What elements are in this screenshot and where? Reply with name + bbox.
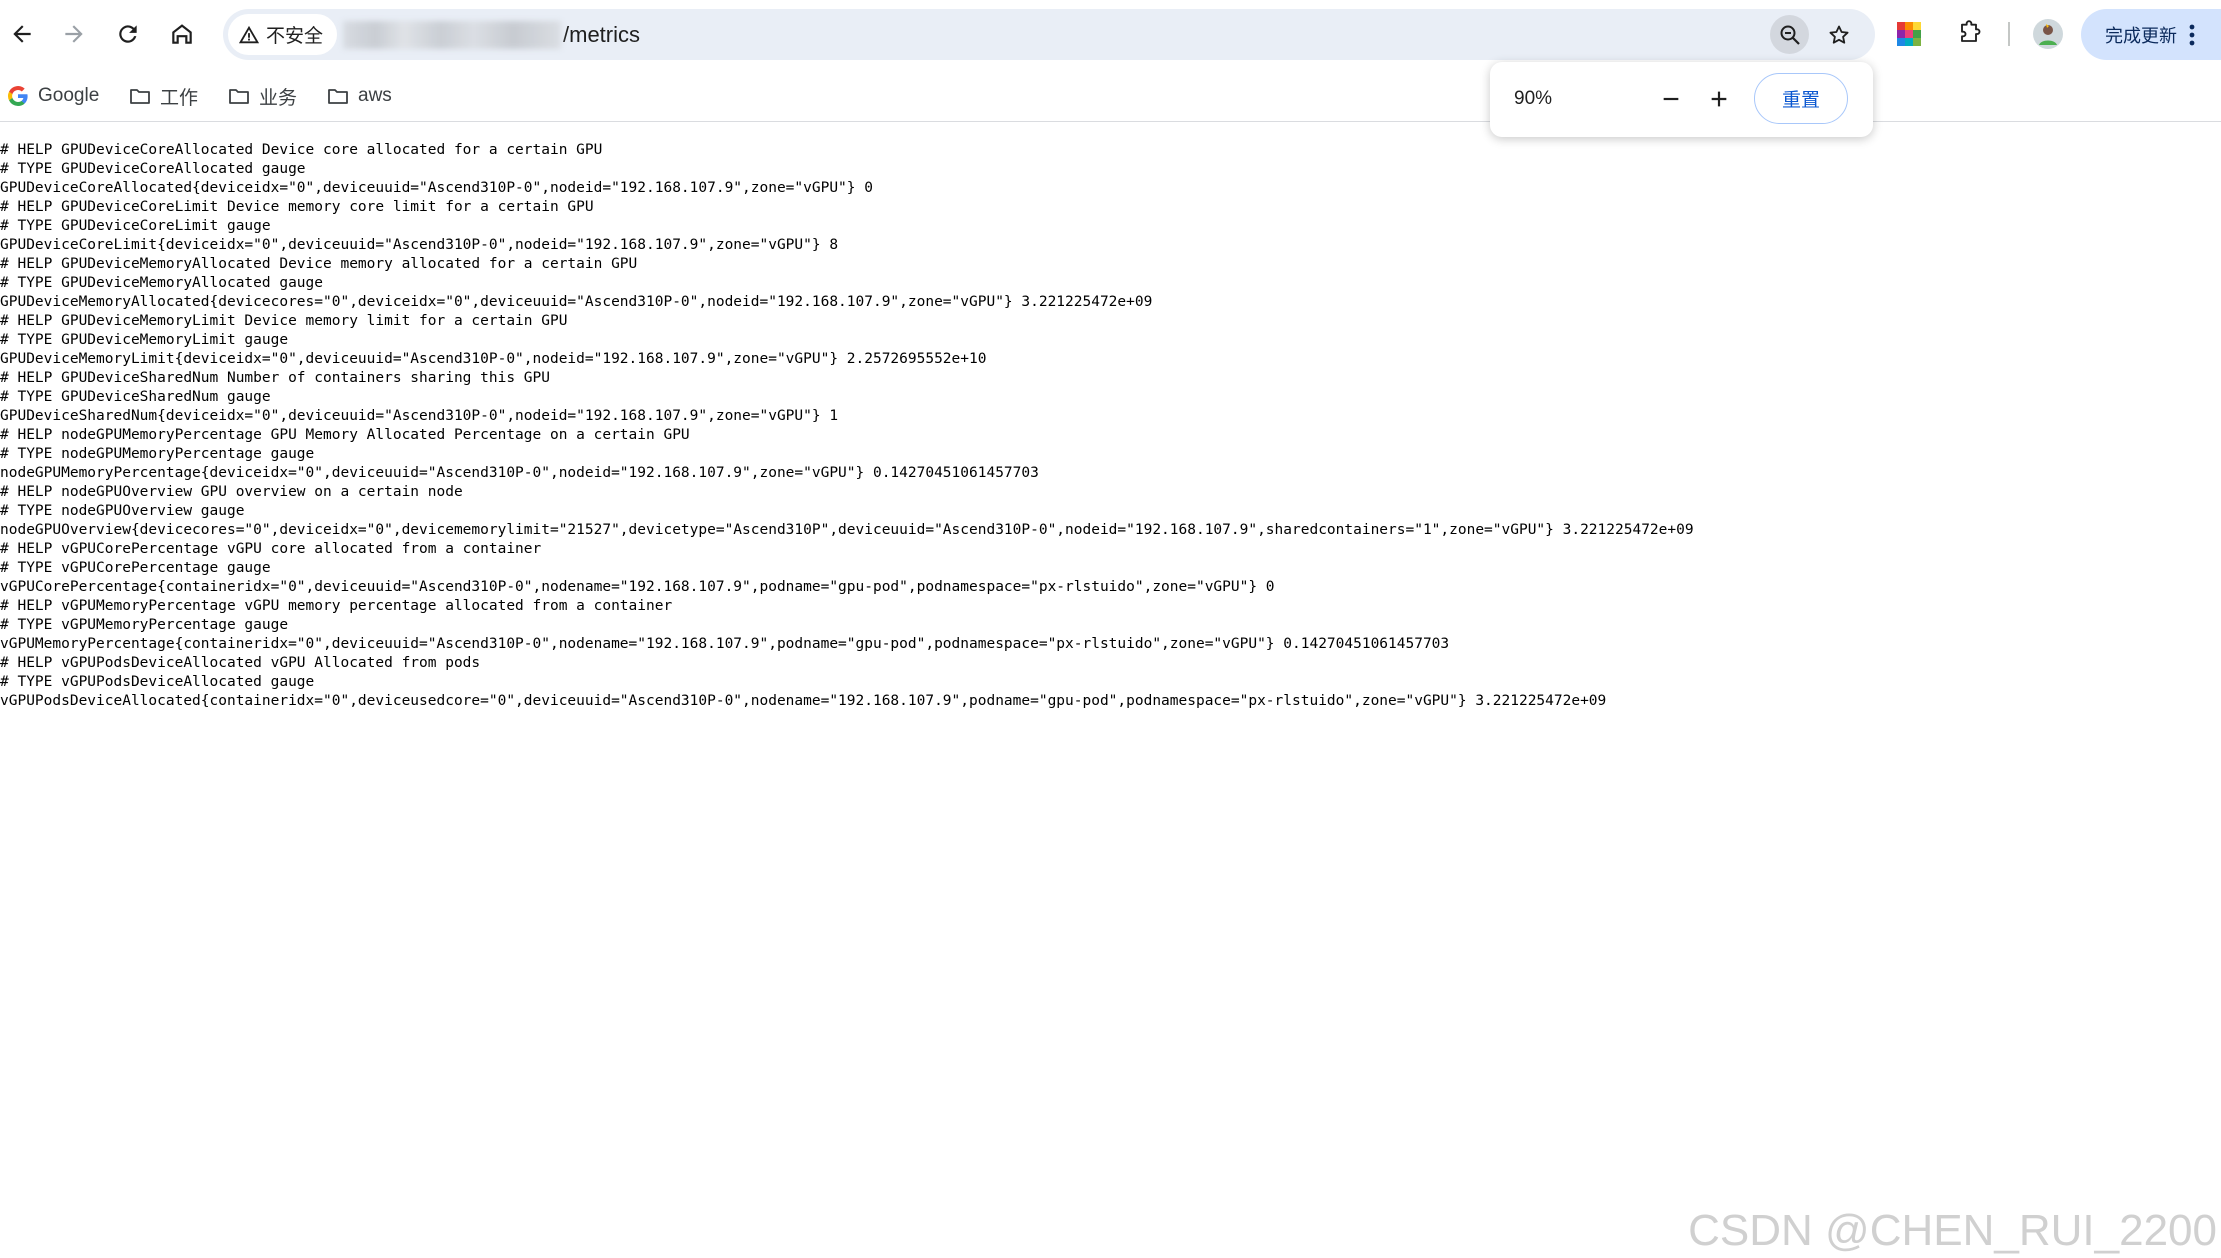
bookmarks-bar: Google 工作 业务 aws (0, 69, 2221, 122)
metrics-line: # TYPE vGPUPodsDeviceAllocated gauge (0, 674, 315, 690)
metrics-line: nodeGPUMemoryPercentage{deviceidx="0",de… (0, 465, 1039, 481)
zoom-level: 90% (1514, 88, 1553, 109)
bookmark-folder-aws[interactable]: aws (326, 81, 392, 111)
metrics-line: # TYPE GPUDeviceMemoryAllocated gauge (0, 275, 324, 291)
zoom-in-button[interactable] (1701, 81, 1737, 117)
bookmark-google[interactable]: Google (6, 81, 99, 111)
watermark: CSDN @CHEN_RUI_2200 (1688, 1206, 2217, 1255)
metrics-line: # TYPE vGPUCorePercentage gauge (0, 560, 271, 576)
metrics-line: # HELP nodeGPUMemoryPercentage GPU Memor… (0, 427, 690, 443)
google-g-icon (8, 86, 28, 106)
extensions-button[interactable] (1955, 14, 1983, 54)
puzzle-piece-icon (1961, 20, 1981, 42)
more-vert-icon (2189, 24, 2195, 45)
zoom-out-button[interactable] (1653, 81, 1689, 117)
metrics-line: # HELP vGPUMemoryPercentage vGPU memory … (0, 598, 673, 614)
metrics-line: GPUDeviceMemoryLimit{deviceidx="0",devic… (0, 351, 987, 367)
folder-icon (328, 89, 348, 104)
bookmark-label: Google (38, 85, 100, 106)
bookmark-folder-work[interactable]: 工作 (128, 81, 198, 111)
metrics-line: # HELP GPUDeviceCoreAllocated Device cor… (0, 142, 603, 158)
address-bar[interactable]: 不安全 /metrics (223, 9, 1875, 60)
finish-update-button[interactable]: 完成更新 (2081, 9, 2221, 60)
bookmark-star-button[interactable] (1819, 15, 1858, 54)
reload-icon (119, 25, 137, 43)
extension-app-button[interactable] (1896, 14, 1922, 54)
toolbar-divider (2008, 22, 2010, 46)
metrics-line: GPUDeviceMemoryAllocated{devicecores="0"… (0, 294, 1153, 310)
metrics-line: vGPUMemoryPercentage{containeridx="0",de… (0, 636, 1450, 652)
metrics-line: # TYPE nodeGPUOverview gauge (0, 503, 245, 519)
redacted-host (343, 21, 561, 49)
forward-button[interactable] (54, 14, 94, 54)
metrics-line: # TYPE vGPUMemoryPercentage gauge (0, 617, 289, 633)
metrics-line: GPUDeviceSharedNum{deviceidx="0",deviceu… (0, 408, 839, 424)
profile-avatar-button[interactable] (2032, 14, 2064, 54)
browser-toolbar: 不安全 /metrics 完成更新 (0, 0, 2221, 69)
plus-icon (1711, 91, 1727, 107)
zoom-reset-button[interactable]: 重置 (1754, 73, 1848, 124)
security-chip[interactable]: 不安全 (228, 14, 338, 55)
metrics-line: # HELP GPUDeviceSharedNum Number of cont… (0, 370, 550, 386)
zoom-magnifier-icon (1780, 25, 1800, 45)
metrics-line: nodeGPUOverview{devicecores="0",deviceid… (0, 522, 1694, 538)
metrics-line: # HELP vGPUPodsDeviceAllocated vGPU Allo… (0, 655, 481, 671)
color-grid-icon (1897, 22, 1921, 46)
warning-icon (238, 25, 260, 43)
metrics-line: vGPUPodsDeviceAllocated{containeridx="0"… (0, 693, 1607, 709)
bookmark-label: aws (358, 85, 392, 106)
metrics-line: # TYPE GPUDeviceCoreLimit gauge (0, 218, 271, 234)
metrics-line: GPUDeviceCoreAllocated{deviceidx="0",dev… (0, 180, 873, 196)
metrics-line: # HELP vGPUCorePercentage vGPU core allo… (0, 541, 542, 557)
update-label: 完成更新 (2105, 25, 2177, 46)
star-icon (1829, 25, 1848, 44)
metrics-line: # TYPE GPUDeviceMemoryLimit gauge (0, 332, 289, 348)
metrics-line: # TYPE GPUDeviceSharedNum gauge (0, 389, 271, 405)
url-path: /metrics (563, 22, 640, 47)
minus-icon (1663, 97, 1679, 101)
arrow-left-icon (13, 25, 31, 43)
metrics-line: # HELP nodeGPUOverview GPU overview on a… (0, 484, 463, 500)
metrics-line: # HELP GPUDeviceCoreLimit Device memory … (0, 199, 594, 215)
reload-button[interactable] (108, 14, 148, 54)
metrics-line: # TYPE GPUDeviceCoreAllocated gauge (0, 161, 306, 177)
metrics-text: # HELP GPUDeviceCoreAllocated Device cor… (0, 141, 2221, 711)
folder-icon (130, 89, 150, 104)
zoom-indicator-button[interactable] (1770, 15, 1809, 54)
security-label: 不安全 (266, 26, 324, 47)
metrics-line: vGPUCorePercentage{containeridx="0",devi… (0, 579, 1275, 595)
metrics-line: # HELP GPUDeviceMemoryLimit Device memor… (0, 313, 568, 329)
home-button[interactable] (162, 14, 202, 54)
bookmark-label: 工作 (160, 87, 199, 109)
back-button[interactable] (2, 14, 42, 54)
bookmark-folder-business[interactable]: 业务 (227, 81, 297, 111)
metrics-line: GPUDeviceCoreLimit{deviceidx="0",deviceu… (0, 237, 839, 253)
bookmark-label: 业务 (259, 87, 298, 109)
zoom-popup: 90% 重置 (1490, 62, 1873, 137)
metrics-line: # HELP GPUDeviceMemoryAllocated Device m… (0, 256, 638, 272)
url-text: /metrics (563, 22, 640, 48)
folder-icon (229, 89, 249, 104)
metrics-line: # TYPE nodeGPUMemoryPercentage gauge (0, 446, 315, 462)
avatar-icon (2033, 19, 2063, 49)
home-icon (172, 24, 192, 44)
arrow-right-icon (65, 25, 83, 43)
